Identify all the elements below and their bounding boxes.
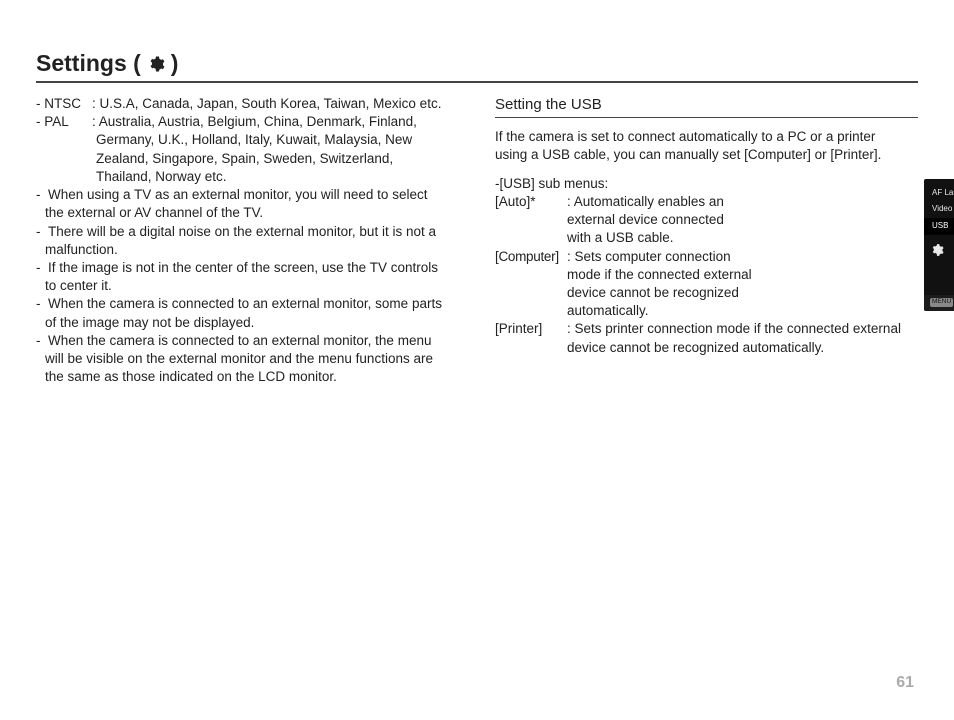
usb-computer-v3: device cannot be recognized bbox=[567, 284, 739, 302]
bullet-2a: There will be a digital noise on the ext… bbox=[48, 223, 436, 241]
title-prefix: Settings ( bbox=[36, 50, 141, 77]
usb-auto-v2: external device connected bbox=[567, 211, 724, 229]
left-column: - NTSC : U.S.A, Canada, Japan, South Kor… bbox=[36, 95, 459, 387]
bullet-5a: When the camera is connected to an exter… bbox=[48, 332, 431, 350]
bullet-5c: the same as those indicated on the LCD m… bbox=[36, 368, 459, 386]
ntsc-label: - NTSC bbox=[36, 95, 88, 113]
shot-usb-label: USB bbox=[932, 221, 948, 232]
bullet-1a: When using a TV as an external monitor, … bbox=[48, 186, 427, 204]
shot-back[interactable]: MENU Back bbox=[930, 298, 954, 308]
usb-auto-v3: with a USB cable. bbox=[567, 229, 674, 247]
pal-text-2: Germany, U.K., Holland, Italy, Kuwait, M… bbox=[36, 131, 459, 149]
title-suffix: ) bbox=[171, 50, 179, 77]
usb-auto-key: [Auto]* bbox=[495, 193, 563, 211]
bullet-3a: If the image is not in the center of the… bbox=[48, 259, 438, 277]
shot-af-lamp-label: AF Lamp bbox=[932, 188, 954, 199]
usb-sub-label: -[USB] sub menus: bbox=[495, 175, 757, 193]
usb-computer-v2: mode if the connected external bbox=[567, 266, 752, 284]
bullet-4b: of the image may not be displayed. bbox=[36, 314, 459, 332]
menu-button-icon: MENU bbox=[930, 298, 953, 307]
usb-printer-v2: device cannot be recognized automaticall… bbox=[567, 339, 824, 357]
bullet-4a: When the camera is connected to an exter… bbox=[48, 295, 442, 313]
usb-computer-key: [Computer] bbox=[495, 248, 563, 266]
intro-2: using a USB cable, you can manually set … bbox=[495, 146, 918, 164]
pal-text-1: : Australia, Austria, Belgium, China, De… bbox=[92, 113, 417, 131]
bullet-5b: will be visible on the external monitor … bbox=[36, 350, 459, 368]
camera-screenshot: AF Lamp ▲ On Video Out NTSC USB bbox=[924, 179, 954, 311]
page-title: Settings ( ) bbox=[36, 50, 918, 77]
usb-computer-v1: : Sets computer connection bbox=[567, 248, 731, 266]
shot-video-out-label: Video Out bbox=[932, 204, 954, 215]
right-column: Setting the USB If the camera is set to … bbox=[495, 95, 918, 387]
intro-1: If the camera is set to connect automati… bbox=[495, 128, 918, 146]
ntsc-text: : U.S.A, Canada, Japan, South Korea, Tai… bbox=[92, 95, 441, 113]
pal-label: - PAL bbox=[36, 113, 88, 131]
bullet-3b: to center it. bbox=[36, 277, 459, 295]
gear-icon bbox=[930, 243, 944, 257]
section-setting-usb: Setting the USB bbox=[495, 95, 918, 118]
gear-icon bbox=[147, 55, 165, 73]
bullet-2b: malfunction. bbox=[36, 241, 459, 259]
usb-computer-v4: automatically. bbox=[567, 302, 649, 320]
pal-text-4: Thailand, Norway etc. bbox=[36, 168, 459, 186]
pal-text-3: Zealand, Singapore, Spain, Sweden, Switz… bbox=[36, 150, 459, 168]
page-number: 61 bbox=[896, 674, 914, 692]
usb-printer-key: [Printer] bbox=[495, 320, 563, 338]
usb-auto-v1: : Automatically enables an bbox=[567, 193, 724, 211]
bullet-1b: the external or AV channel of the TV. bbox=[36, 204, 459, 222]
title-rule bbox=[36, 81, 918, 83]
usb-printer-v1: : Sets printer connection mode if the co… bbox=[567, 320, 901, 338]
